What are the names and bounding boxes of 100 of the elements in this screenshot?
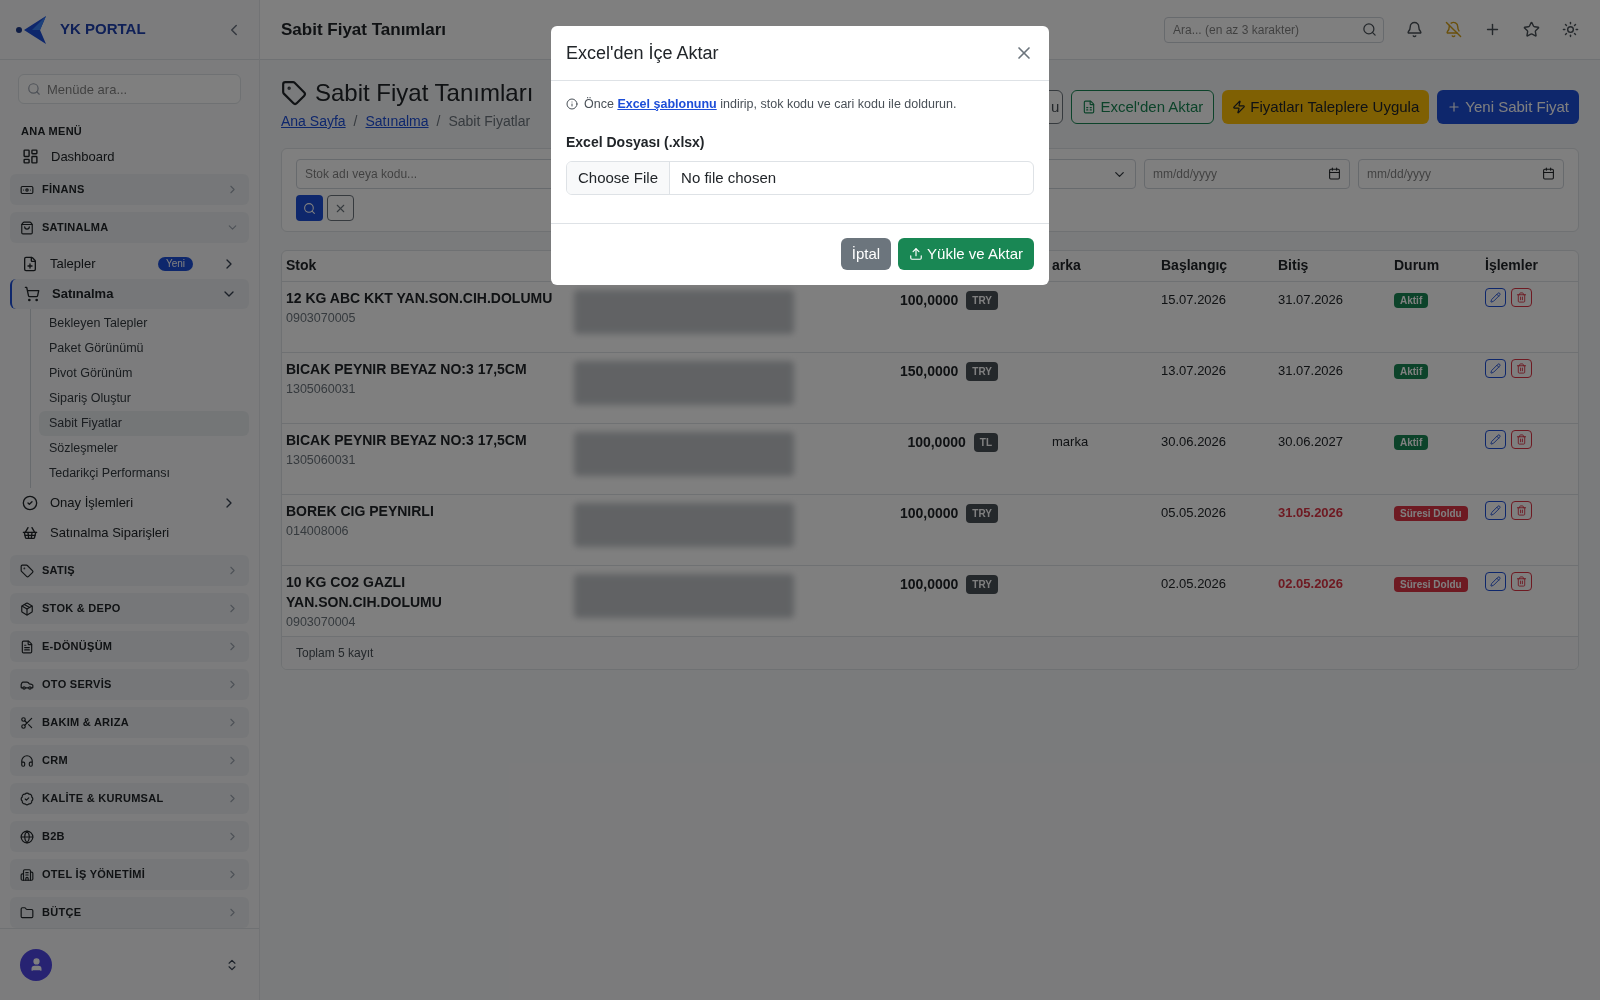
sidebar-item[interactable]: Satınalma xyxy=(10,279,249,309)
edit-button[interactable] xyxy=(1485,500,1506,520)
stock-code: 1305060031 xyxy=(286,451,357,469)
sidebar-group[interactable]: OTEL İŞ YÖNETİMİ xyxy=(10,859,249,890)
sidebar-item[interactable]: Satınalma Siparişleri xyxy=(10,518,249,548)
clear-button[interactable] xyxy=(327,195,354,221)
submenu-item[interactable]: Bekleyen Talepler xyxy=(39,311,249,336)
dialog-button[interactable]: İptal xyxy=(840,238,892,271)
stock-name: BICAK PEYNIR BEYAZ NO:3 17,5CM xyxy=(286,430,528,450)
template-link[interactable]: Excel şablonunu xyxy=(617,97,717,111)
sidebar-group[interactable]: SATINALMA xyxy=(10,212,249,243)
submenu-item[interactable]: Sözleşmeler xyxy=(39,436,249,461)
submenu-item[interactable]: Sipariş Oluştur xyxy=(39,386,249,411)
file-plus-icon xyxy=(22,256,38,272)
sidebar-group[interactable]: FİNANS xyxy=(10,174,249,205)
trash-icon xyxy=(1516,575,1527,587)
search-icon xyxy=(1362,21,1377,37)
pencil-icon xyxy=(1490,291,1501,303)
breadcrumb-separator: / xyxy=(436,112,441,130)
global-search-field[interactable]: Ara... (en az 3 karakter) xyxy=(1164,16,1384,43)
end-date: 31.05.2026 xyxy=(1278,504,1344,520)
stock-name: BICAK PEYNIR BEYAZ NO:3 17,5CM xyxy=(286,359,528,379)
menu-search-field[interactable]: Menüde ara... xyxy=(18,74,241,104)
bell-icon[interactable] xyxy=(1406,21,1423,38)
user-avatar[interactable] xyxy=(20,948,52,981)
upload-icon xyxy=(909,247,924,262)
sidebar-group[interactable]: CRM xyxy=(10,745,249,776)
dialog-button[interactable]: Yükle ve Aktar xyxy=(898,238,1034,271)
currency-badge: TL xyxy=(973,432,998,452)
search-button[interactable] xyxy=(296,195,323,221)
document-icon xyxy=(20,639,34,654)
calendar-icon xyxy=(1542,167,1555,180)
group-label: OTEL İŞ YÖNETİMİ xyxy=(42,867,146,883)
trash-icon xyxy=(1516,433,1527,445)
sidebar-item[interactable]: Talepler Yeni xyxy=(10,249,249,279)
submenu-item[interactable]: Sabit Fiyatlar xyxy=(39,411,249,436)
delete-button[interactable] xyxy=(1511,571,1532,591)
currency-badge: TRY xyxy=(966,361,998,381)
folder-icon xyxy=(20,905,34,920)
edit-button[interactable] xyxy=(1485,429,1506,449)
building-icon xyxy=(20,867,34,882)
sidebar-group[interactable]: BAKIM & ARIZA xyxy=(10,707,249,738)
search-icon xyxy=(303,201,316,215)
submenu-item[interactable]: Paket Görünümü xyxy=(39,336,249,361)
sidebar-group[interactable]: B2B xyxy=(10,821,249,852)
tag-icon xyxy=(20,563,34,578)
search-icon xyxy=(27,82,41,96)
breadcrumb-link[interactable]: Satınalma xyxy=(365,112,429,130)
calendar-icon xyxy=(1328,167,1341,180)
breadcrumb-current: Sabit Fiyatlar xyxy=(448,112,531,130)
trash-icon xyxy=(1516,291,1527,303)
trash-icon xyxy=(1516,362,1527,374)
stock-code: 014008006 xyxy=(286,522,350,540)
breadcrumb-link[interactable]: Ana Sayfa xyxy=(281,112,346,130)
header-title: Sabit Fiyat Tanımları xyxy=(281,18,446,41)
delete-button[interactable] xyxy=(1511,358,1532,378)
date-field[interactable]: mm/dd/yyyy xyxy=(1144,159,1350,189)
group-label: E-DÖNÜŞÜM xyxy=(42,639,114,655)
edit-button[interactable] xyxy=(1485,358,1506,378)
sidebar-group[interactable]: KALİTE & KURUMSAL xyxy=(10,783,249,814)
start-date: 02.05.2026 xyxy=(1161,575,1227,591)
end-date: 31.07.2026 xyxy=(1278,362,1344,378)
group-label: BÜTÇE xyxy=(42,905,83,921)
sidebar-group[interactable]: E-DÖNÜŞÜM xyxy=(10,631,249,662)
delete-button[interactable] xyxy=(1511,287,1532,307)
edit-button[interactable] xyxy=(1485,287,1506,307)
end-date: 30.06.2027 xyxy=(1278,433,1344,449)
action-button[interactable]: Yeni Sabit Fiyat xyxy=(1437,90,1579,124)
theme-icon[interactable] xyxy=(1562,21,1579,38)
sidebar-group[interactable]: STOK & DEPO xyxy=(10,593,249,624)
sidebar-group[interactable]: BÜTÇE xyxy=(10,897,249,928)
delete-button[interactable] xyxy=(1511,500,1532,520)
stock-name: BOREK CIG PEYNIRLI xyxy=(286,501,435,521)
column-header: arka xyxy=(1040,251,1157,281)
price: 100,0000 xyxy=(899,290,959,310)
date-field[interactable]: mm/dd/yyyy xyxy=(1358,159,1564,189)
edit-button[interactable] xyxy=(1485,571,1506,591)
breadcrumb-separator: / xyxy=(353,112,358,130)
status-badge: Aktif xyxy=(1394,363,1429,379)
headset-icon xyxy=(20,753,34,768)
star-icon[interactable] xyxy=(1523,21,1540,38)
bell-off-icon[interactable] xyxy=(1445,21,1462,38)
delete-button[interactable] xyxy=(1511,429,1532,449)
sidebar-group[interactable]: OTO SERVİS xyxy=(10,669,249,700)
submenu-item[interactable]: Pivot Görünüm xyxy=(39,361,249,386)
submenu-item[interactable]: Tedarikçi Performansı xyxy=(39,461,249,486)
page-title: Sabit Fiyat Tanımları xyxy=(315,78,534,108)
sidebar-item[interactable]: Dashboard xyxy=(10,146,249,167)
sidebar-group[interactable]: SATIŞ xyxy=(10,555,249,586)
lightning-icon xyxy=(1232,100,1247,114)
action-button[interactable]: Fiyatları Taleplere Uygula xyxy=(1222,90,1430,124)
info-icon xyxy=(566,98,578,111)
file-input[interactable]: Choose File No file chosen xyxy=(566,160,1034,195)
pencil-icon xyxy=(1490,362,1501,374)
plus-icon[interactable] xyxy=(1484,21,1501,38)
sidebar-item[interactable]: Onay İşlemleri xyxy=(10,488,249,518)
group-label: FİNANS xyxy=(42,182,86,198)
action-button[interactable]: Excel'den Aktar xyxy=(1071,90,1215,124)
basket-icon xyxy=(22,525,38,541)
status-badge: Süresi Doldu xyxy=(1394,576,1468,592)
